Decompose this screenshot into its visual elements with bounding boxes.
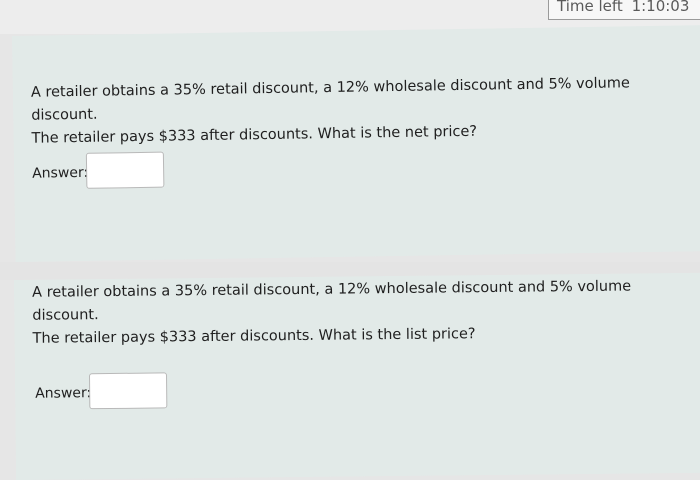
question-2-line-1: A retailer obtains a 35% retail discount…	[32, 278, 632, 324]
question-text-1: A retailer obtains a 35% retail discount…	[31, 72, 682, 151]
question-text-2: A retailer obtains a 35% retail discount…	[32, 275, 683, 351]
time-left-value: 1:10:03	[631, 0, 690, 15]
time-left-label: Time left	[557, 0, 623, 15]
time-left-indicator: Time left 1:10:03	[548, 0, 700, 20]
answer-label-2: Answer:	[35, 385, 92, 402]
answer-input-1[interactable]	[85, 151, 165, 189]
question-card-1: A retailer obtains a 35% retail discount…	[12, 25, 700, 262]
question-card-2: A retailer obtains a 35% retail discount…	[14, 272, 700, 480]
answer-label-1: Answer:	[32, 164, 89, 182]
answer-input-2[interactable]	[88, 372, 168, 410]
